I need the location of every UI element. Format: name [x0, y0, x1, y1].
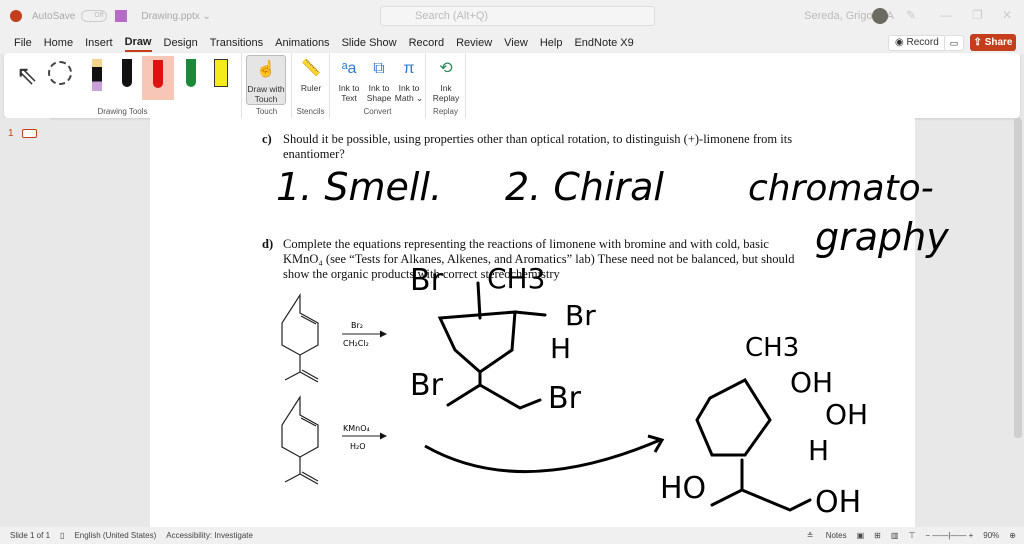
normal-view-icon[interactable]: ▣ [857, 531, 865, 540]
notes-button[interactable]: ≗ Notes [807, 531, 847, 540]
ruler-button[interactable]: 📏 Ruler [294, 55, 328, 94]
restore-icon[interactable]: ❐ [972, 8, 983, 22]
slide-canvas[interactable] [150, 118, 915, 527]
tab-endnote[interactable]: EndNote X9 [574, 35, 633, 51]
autosave-toggle[interactable]: Off [81, 10, 108, 22]
replay-icon: ⟲ [439, 60, 453, 77]
question-d-label: d) [262, 237, 274, 251]
close-icon[interactable]: ✕ [1002, 8, 1012, 22]
button-label: Ink to Shape [366, 83, 392, 103]
tab-file[interactable]: File [14, 35, 32, 51]
ink-to-shape-icon: ⧉ [373, 60, 385, 77]
powerpoint-logo-icon [10, 10, 22, 22]
group-label: Stencils [296, 107, 325, 116]
slide-sorter-icon[interactable]: ⊞ [874, 531, 881, 540]
drawing-tools-group: ⇖ Drawing Tools [4, 53, 242, 118]
ink-to-shape-button[interactable]: ⧉ Ink to Shape [364, 55, 394, 104]
touch-hand-icon: ☝ [256, 61, 276, 78]
save-icon[interactable] [115, 10, 128, 22]
tab-insert[interactable]: Insert [85, 35, 113, 51]
ribbon-tabs: File Home Insert Draw Design Transitions… [0, 32, 1024, 54]
comments-icon[interactable]: ▭ [944, 35, 964, 51]
select-cursor-icon[interactable]: ⇖ [16, 57, 42, 93]
group-label: Replay [433, 107, 458, 116]
tab-draw[interactable]: Draw [124, 34, 152, 52]
pen-icon[interactable]: ✎ [906, 8, 916, 22]
accessibility-status[interactable]: Accessibility: Investigate [166, 531, 253, 540]
tab-record[interactable]: Record [409, 35, 444, 51]
button-label: Ruler [300, 83, 322, 93]
share-button[interactable]: ⇪ Share [970, 34, 1016, 51]
autosave-label: AutoSave [32, 10, 76, 22]
question-c-label: c) [262, 132, 272, 146]
tab-review[interactable]: Review [456, 35, 492, 51]
slide-thumbnail[interactable] [22, 129, 37, 138]
group-label: Convert [363, 107, 392, 116]
ruler-icon: 📏 [301, 60, 321, 77]
spell-check-icon[interactable]: ▯ [60, 531, 64, 540]
yellow-highlighter-icon[interactable] [208, 57, 234, 93]
slideshow-icon[interactable]: ⊤ [908, 531, 915, 540]
share-label: Share [984, 37, 1013, 48]
record-label: Record [906, 37, 939, 48]
record-button[interactable]: ◉ Record [888, 35, 946, 51]
slide-number: 1 [8, 128, 14, 139]
ink-to-text-icon: ᵃa [341, 60, 357, 77]
ink-to-math-icon: π [403, 60, 415, 77]
notes-label: Notes [825, 531, 847, 540]
tab-help[interactable]: Help [540, 35, 563, 51]
thumbnail-pane [0, 118, 50, 527]
button-label: Ink to Math ⌄ [394, 83, 424, 103]
button-label: Ink Replay [432, 83, 460, 103]
vertical-scrollbar[interactable] [1014, 118, 1022, 438]
tab-animations[interactable]: Animations [275, 35, 329, 51]
convert-group: ᵃa Ink to Text ⧉ Ink to Shape π Ink to Math… [330, 53, 426, 118]
ribbon: ⇖ Drawing Tools ☝ Draw with Touch Touch … [4, 53, 1020, 118]
status-bar: Slide 1 of 1 ▯ English (United States) A… [0, 527, 1024, 544]
lasso-select-icon[interactable] [48, 61, 72, 85]
avatar[interactable] [872, 8, 888, 24]
language[interactable]: English (United States) [74, 531, 156, 540]
ink-to-text-button[interactable]: ᵃa Ink to Text [334, 55, 364, 104]
green-pen-icon[interactable] [178, 57, 204, 93]
fit-slide-icon[interactable]: ⊕ [1009, 531, 1016, 540]
button-label: Draw with Touch [247, 84, 285, 104]
draw-with-touch-button[interactable]: ☝ Draw with Touch [246, 55, 286, 105]
touch-group: ☝ Draw with Touch Touch [242, 53, 292, 118]
tab-home[interactable]: Home [44, 35, 73, 51]
replay-group: ⟲ Ink Replay Replay [426, 53, 466, 118]
zoom-level[interactable]: 90% [983, 531, 999, 540]
zoom-slider[interactable]: − ——|—— + [925, 531, 973, 540]
stencils-group: 📏 Ruler Stencils [292, 53, 330, 118]
black-pen-icon[interactable] [114, 57, 140, 93]
tab-transitions[interactable]: Transitions [210, 35, 263, 51]
file-name[interactable]: Drawing.pptx ⌄ [141, 11, 211, 22]
tab-slide-show[interactable]: Slide Show [342, 35, 397, 51]
search-input[interactable]: Search (Alt+Q) [380, 6, 655, 26]
ink-replay-button[interactable]: ⟲ Ink Replay [428, 55, 464, 104]
red-pen-icon[interactable] [142, 56, 174, 100]
eraser-pen-icon[interactable] [84, 57, 110, 93]
minimize-icon[interactable]: — [940, 8, 952, 22]
reading-view-icon[interactable]: ▥ [891, 531, 899, 540]
slide-counter: Slide 1 of 1 [10, 531, 51, 540]
button-label: Ink to Text [338, 83, 360, 103]
tab-view[interactable]: View [504, 35, 528, 51]
ink-to-math-button[interactable]: π Ink to Math ⌄ [394, 55, 424, 104]
group-label: Touch [255, 107, 278, 116]
group-label: Drawing Tools [97, 107, 148, 116]
question-d-text: Complete the equations representing the … [283, 237, 795, 281]
tab-design[interactable]: Design [164, 35, 198, 51]
question-c-text: Should it be possible, using properties … [283, 132, 793, 161]
